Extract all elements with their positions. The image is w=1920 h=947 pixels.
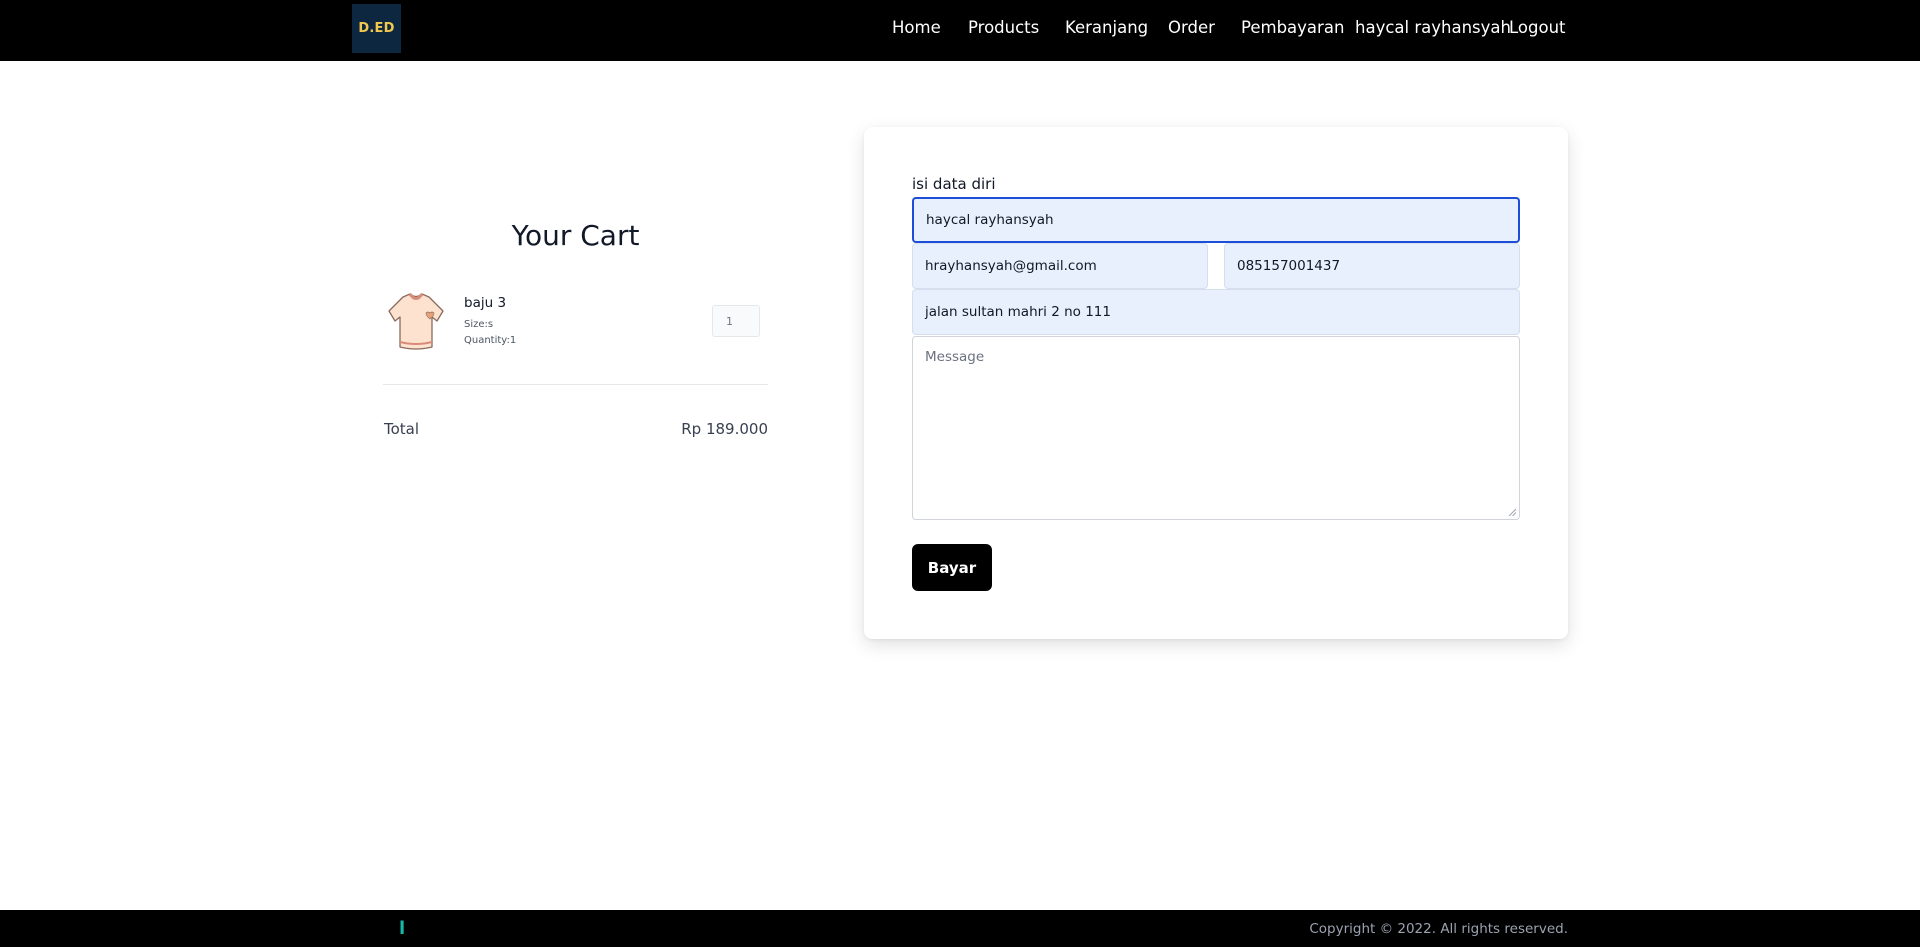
site-logo[interactable]: D.ED xyxy=(352,4,401,53)
tshirt-icon xyxy=(388,293,444,350)
quantity-input[interactable] xyxy=(712,305,760,337)
nav-products[interactable]: Products xyxy=(968,18,1039,37)
total-label: Total xyxy=(384,420,420,438)
nav-user-name[interactable]: haycal rayhansyah xyxy=(1355,18,1511,37)
logo-text: D.ED xyxy=(358,21,395,36)
form-title: isi data diri xyxy=(912,175,996,193)
nav-logout[interactable]: Logout xyxy=(1509,18,1566,37)
copyright-text: Copyright © 2022. All rights reserved. xyxy=(1309,921,1568,937)
footer-logo-mark: l xyxy=(399,918,406,939)
resize-grip-icon[interactable] xyxy=(1508,508,1516,516)
address-field[interactable]: jalan sultan mahri 2 no 111 xyxy=(912,289,1520,335)
nav-pembayaran[interactable]: Pembayaran xyxy=(1241,18,1344,37)
product-name: baju 3 xyxy=(464,295,507,311)
phone-field[interactable]: 085157001437 xyxy=(1224,243,1520,289)
pay-button[interactable]: Bayar xyxy=(912,544,992,591)
total-value: Rp 189.000 xyxy=(681,420,768,438)
email-field[interactable]: hrayhansyah@gmail.com xyxy=(912,243,1208,289)
name-field[interactable]: haycal rayhansyah xyxy=(912,197,1520,243)
cart-title: Your Cart xyxy=(511,219,640,252)
product-quantity: Quantity:1 xyxy=(464,335,517,346)
nav-home[interactable]: Home xyxy=(892,18,941,37)
message-placeholder: Message xyxy=(925,349,985,365)
product-size: Size:s xyxy=(464,319,494,330)
nav-order[interactable]: Order xyxy=(1168,18,1215,37)
cart-divider xyxy=(383,384,768,385)
message-textarea[interactable]: Message xyxy=(912,336,1520,520)
top-navbar: D.ED Home Products Keranjang Order Pemba… xyxy=(0,0,1920,61)
footer: l Copyright © 2022. All rights reserved. xyxy=(0,910,1920,947)
nav-keranjang[interactable]: Keranjang xyxy=(1065,18,1148,37)
